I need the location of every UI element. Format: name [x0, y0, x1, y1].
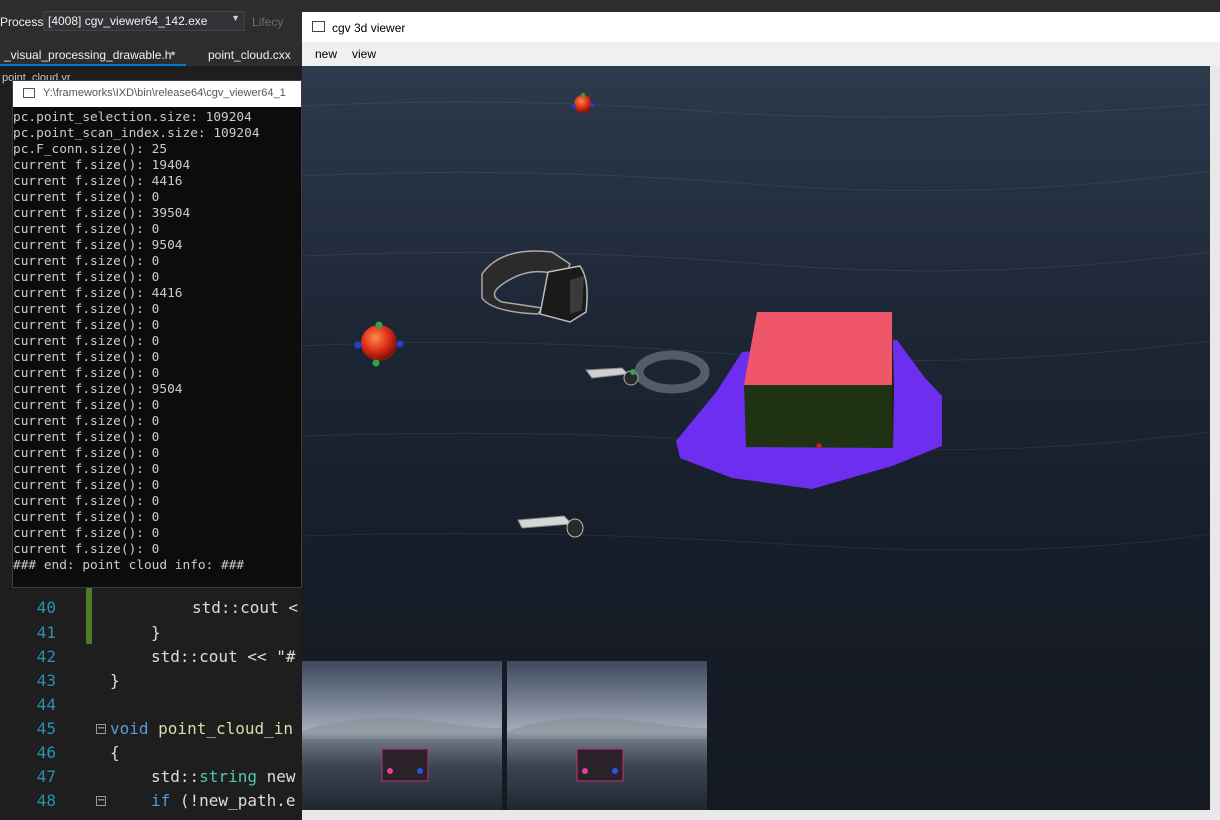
menu-new[interactable]: new: [315, 47, 337, 61]
orb-gizmo-small: [572, 93, 594, 113]
console-line: current f.size(): 19404: [13, 158, 191, 173]
console-line: current f.size(): 0: [13, 398, 160, 413]
line-number: 48: [36, 791, 56, 810]
console-line: current f.size(): 0: [13, 366, 160, 381]
console-line: current f.size(): 0: [13, 254, 160, 269]
line-number: 42: [36, 647, 56, 666]
viewer-app-icon: [312, 21, 325, 32]
code-line: std::string new: [151, 767, 296, 786]
console-line: current f.size(): 9504: [13, 382, 183, 397]
code-line: void point_cloud_in: [110, 719, 293, 738]
console-titlebar[interactable]: Y:\frameworks\IXD\bin\release64\cgv_view…: [13, 81, 301, 107]
viewer-status-strip: [302, 810, 1220, 820]
console-line: current f.size(): 0: [13, 190, 160, 205]
code-line: }: [151, 623, 161, 642]
box-front: [744, 385, 894, 448]
console-window[interactable]: Y:\frameworks\IXD\bin\release64\cgv_view…: [12, 80, 302, 588]
console-line: current f.size(): 0: [13, 318, 160, 333]
process-dropdown[interactable]: [4008] cgv_viewer64_142.exe ▼: [43, 11, 245, 31]
lifecycle-events-button[interactable]: Lifecy: [252, 15, 283, 29]
line-number: 45: [36, 719, 56, 738]
line-number: 46: [36, 743, 56, 762]
identifier: (!new_path.e: [170, 791, 296, 810]
orb-gizmo-large: [354, 321, 404, 367]
console-line: current f.size(): 4416: [13, 174, 183, 189]
box-marker: [816, 443, 822, 449]
tab-visual-processing-drawable[interactable]: _visual_processing_drawable.h: [4, 48, 171, 62]
process-value: [4008] cgv_viewer64_142.exe: [48, 14, 208, 28]
identifier: new: [256, 767, 296, 786]
console-title: Y:\frameworks\IXD\bin\release64\cgv_view…: [43, 87, 286, 99]
left-eye-preview: [302, 661, 502, 810]
code-editor[interactable]: 40 std::cout < 41 } 42 std::cout << "# 4…: [0, 586, 305, 820]
console-line: current f.size(): 0: [13, 478, 160, 493]
viewer-side-panel: [1210, 66, 1220, 820]
type-name: string: [199, 767, 257, 786]
console-line: current f.size(): 0: [13, 526, 160, 541]
line-number: 41: [36, 623, 56, 642]
menu-view[interactable]: view: [352, 47, 376, 61]
console-line: current f.size(): 0: [13, 430, 160, 445]
box-top: [744, 312, 894, 385]
collapse-icon[interactable]: −: [96, 796, 106, 806]
code-line: std::cout <: [192, 598, 298, 617]
console-line: current f.size(): 0: [13, 494, 160, 509]
console-line: pc.point_scan_index.size: 109204: [13, 126, 260, 141]
console-line: current f.size(): 0: [13, 446, 160, 461]
vs-toolbar: [0, 0, 1220, 8]
console-line: current f.size(): 0: [13, 350, 160, 365]
console-line: current f.size(): 0: [13, 302, 160, 317]
viewer-window[interactable]: cgv 3d viewer new view: [302, 12, 1220, 820]
line-number: 43: [36, 671, 56, 690]
function-name: point_cloud_in: [148, 719, 294, 738]
viewer-menubar: [302, 42, 1220, 66]
active-tab-indicator: [0, 64, 186, 66]
keyword: if: [151, 791, 171, 810]
viewer-title: cgv 3d viewer: [332, 21, 406, 35]
console-line: current f.size(): 0: [13, 542, 160, 557]
console-line: current f.size(): 39504: [13, 206, 191, 221]
namespace: std::: [151, 767, 200, 786]
code-line: {: [110, 743, 120, 762]
right-eye-preview: [507, 661, 707, 810]
collapse-icon[interactable]: −: [96, 724, 106, 734]
tab-point-cloud-cxx[interactable]: point_cloud.cxx: [208, 48, 291, 62]
console-line: current f.size(): 0: [13, 414, 160, 429]
console-line: current f.size(): 0: [13, 222, 160, 237]
chevron-down-icon: ▼: [231, 13, 240, 23]
viewer-titlebar[interactable]: cgv 3d viewer: [302, 12, 1220, 42]
change-marker: [86, 586, 92, 644]
code-line: }: [110, 671, 120, 690]
console-line: current f.size(): 0: [13, 270, 160, 285]
line-number: 47: [36, 767, 56, 786]
console-line: pc.F_conn.size(): 25: [13, 142, 168, 157]
line-number: 44: [36, 695, 56, 714]
code-line: std::cout << "#: [151, 647, 296, 666]
console-line: current f.size(): 0: [13, 334, 160, 349]
console-line: ### end: point cloud info: ###: [13, 558, 245, 573]
vr-headset: [481, 250, 588, 323]
pin-icon[interactable]: ⭒: [170, 48, 176, 61]
ring-widget: [634, 350, 710, 394]
keyword: void: [110, 719, 149, 738]
console-output: pc.point_selection.size: 109204 pc.point_…: [13, 110, 260, 574]
console-line: pc.point_selection.size: 109204: [13, 110, 252, 125]
process-label: Process:: [0, 15, 47, 29]
line-number: 40: [36, 598, 56, 617]
code-line: if (!new_path.e: [151, 791, 296, 810]
console-app-icon: [23, 88, 35, 98]
console-line: current f.size(): 4416: [13, 286, 183, 301]
console-line: current f.size(): 9504: [13, 238, 183, 253]
vr-controller-upper: [585, 367, 639, 386]
console-line: current f.size(): 0: [13, 462, 160, 477]
3d-viewport[interactable]: [302, 66, 1210, 810]
console-line: current f.size(): 0: [13, 510, 160, 525]
